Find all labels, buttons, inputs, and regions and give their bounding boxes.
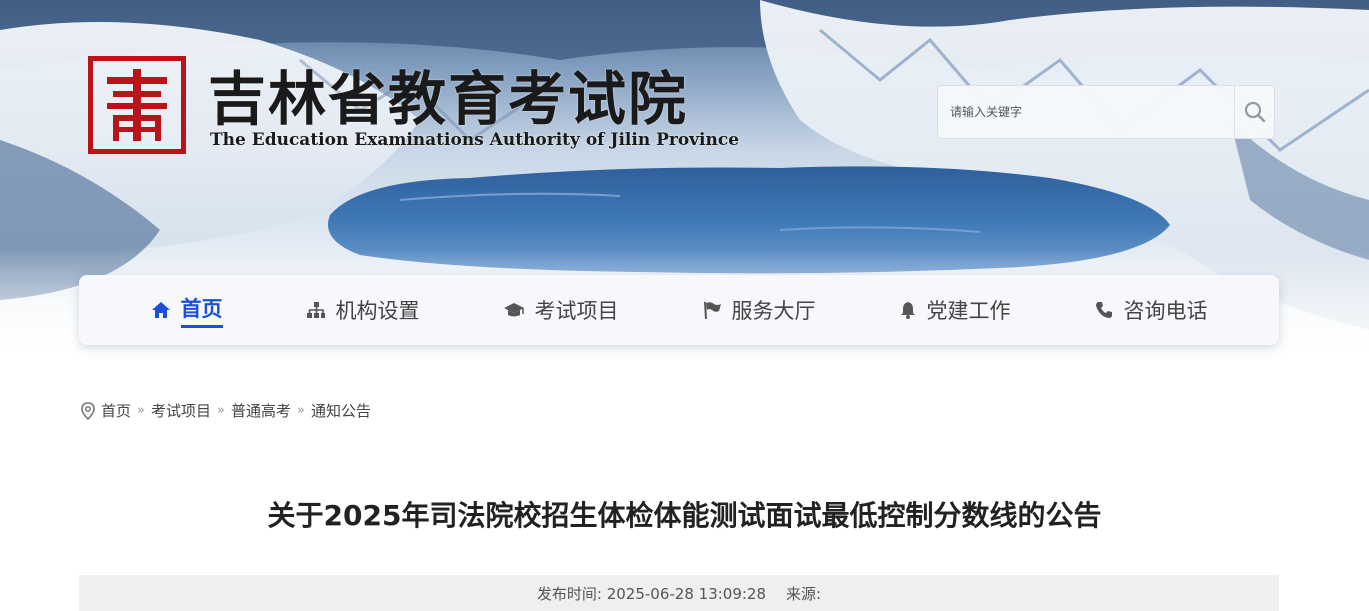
- sitemap-icon: [306, 302, 325, 318]
- breadcrumb-gaokao[interactable]: 普通高考: [231, 400, 291, 421]
- nav-item-service-hall[interactable]: 服务大厅: [702, 275, 816, 345]
- breadcrumb-notices[interactable]: 通知公告: [311, 400, 371, 421]
- breadcrumb-separator: »: [296, 403, 305, 418]
- graduation-cap-icon: [503, 303, 524, 317]
- breadcrumb-separator: »: [217, 403, 225, 418]
- flag-icon: [703, 301, 721, 320]
- nav-item-hotline[interactable]: 咨询电话: [1094, 275, 1208, 345]
- nav-item-home[interactable]: 首页: [151, 275, 223, 345]
- publish-time: 发布时间: 2025-06-28 13:09:28: [536, 584, 767, 603]
- nav-label: 党建工作: [926, 299, 1011, 323]
- logo-seal[interactable]: [88, 56, 186, 154]
- home-icon: [151, 302, 170, 318]
- bell-icon: [900, 302, 915, 319]
- nav-label: 考试项目: [534, 299, 619, 323]
- nav-label: 服务大厅: [731, 299, 816, 323]
- nav-label: 机构设置: [335, 299, 420, 323]
- article-meta-bar: 发布时间: 2025-06-28 13:09:28 来源:: [79, 575, 1279, 611]
- phone-icon: [1095, 302, 1112, 318]
- site-subtitle: The Education Examinations Authority of …: [210, 130, 740, 150]
- location-pin-icon: [81, 401, 95, 420]
- breadcrumb-home[interactable]: 首页: [101, 400, 131, 421]
- nav-label: 首页: [180, 293, 223, 328]
- site-title[interactable]: 吉林省教育考试院: [208, 52, 688, 136]
- seal-glyph-icon: [107, 69, 167, 141]
- nav-item-organization[interactable]: 机构设置: [306, 275, 420, 345]
- search-button[interactable]: [1234, 86, 1274, 138]
- breadcrumb-separator: »: [137, 403, 145, 418]
- search-icon: [1244, 101, 1265, 123]
- article-source: 来源:: [786, 584, 822, 603]
- search-box: [937, 85, 1275, 139]
- search-input[interactable]: [938, 86, 1234, 138]
- breadcrumb: 首页 » 考试项目 » 普通高考 » 通知公告: [80, 400, 371, 421]
- article-title: 关于2025年司法院校招生体检体能测试面试最低控制分数线的公告: [267, 499, 1102, 532]
- breadcrumb-exams[interactable]: 考试项目: [151, 400, 211, 421]
- nav-item-exams[interactable]: 考试项目: [503, 275, 619, 345]
- nav-item-party-building[interactable]: 党建工作: [899, 275, 1011, 345]
- main-nav: 首页 机构设置 考试项目 服务大厅 党建工作 咨询电话: [79, 275, 1279, 345]
- nav-label: 咨询电话: [1123, 299, 1208, 323]
